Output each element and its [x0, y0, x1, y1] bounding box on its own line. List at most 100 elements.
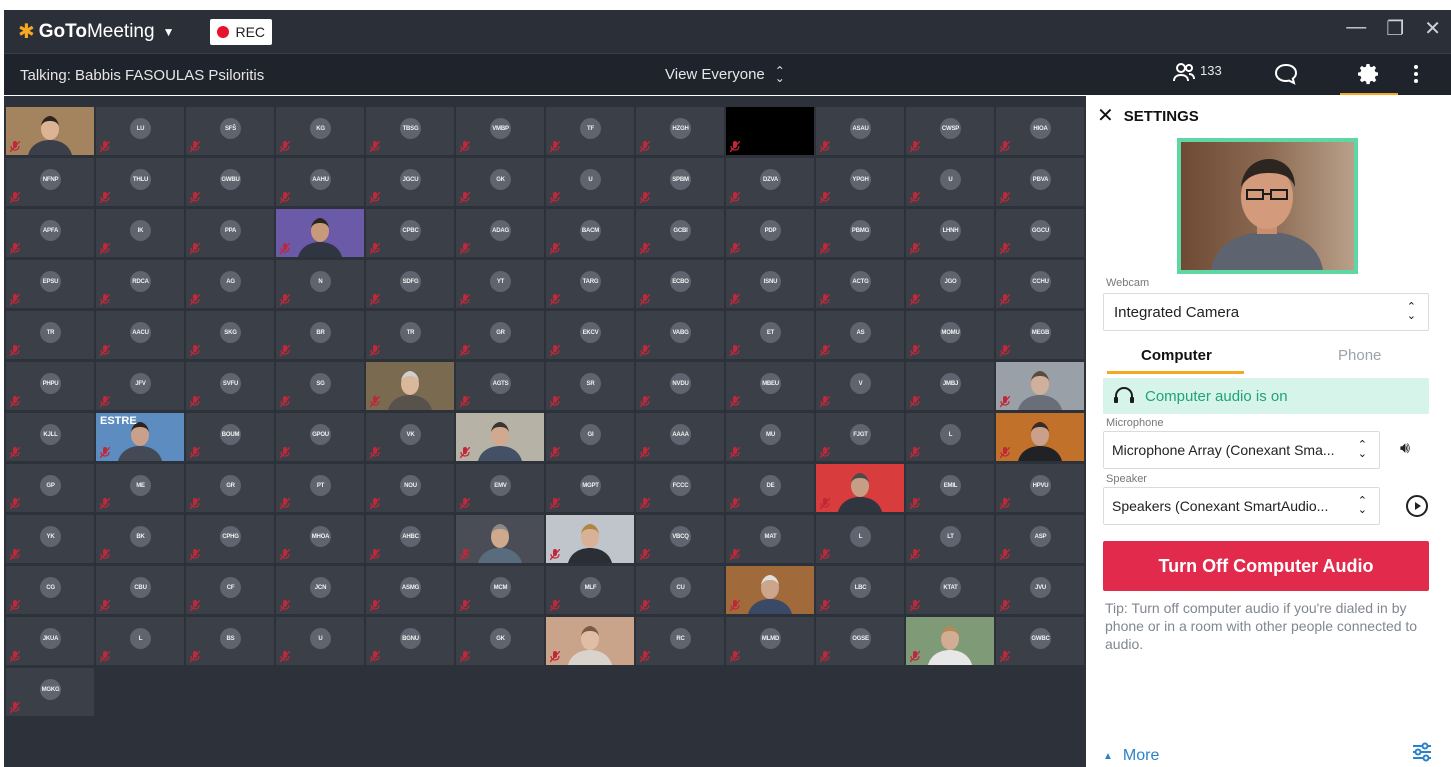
participant-tile[interactable]: NVDU [636, 362, 724, 410]
participant-tile[interactable]: HIOA [996, 107, 1084, 155]
participant-tile-camera-off[interactable] [726, 107, 814, 155]
participant-tile[interactable]: JMBJ [906, 362, 994, 410]
close-icon[interactable]: ✕ [1424, 16, 1441, 41]
participant-video-tile[interactable] [546, 617, 634, 665]
participant-tile[interactable]: PBMG [816, 209, 904, 257]
participant-tile[interactable]: BR [276, 311, 364, 359]
participant-tile[interactable]: BS [186, 617, 274, 665]
participant-tile[interactable]: YK [6, 515, 94, 563]
participant-tile[interactable]: GP [6, 464, 94, 512]
participant-tile[interactable]: TARG [546, 260, 634, 308]
participant-tile[interactable]: BACM [546, 209, 634, 257]
minimize-icon[interactable]: — [1346, 16, 1366, 41]
participant-tile[interactable]: LT [906, 515, 994, 563]
participant-tile[interactable]: V [816, 362, 904, 410]
participant-tile[interactable]: MBEU [726, 362, 814, 410]
participant-video-tile[interactable] [6, 107, 94, 155]
participant-tile[interactable]: DZVA [726, 158, 814, 206]
participant-tile[interactable]: CPHG [186, 515, 274, 563]
participant-tile[interactable]: CF [186, 566, 274, 614]
participant-tile[interactable]: L [96, 617, 184, 665]
participant-tile[interactable]: SDFG [366, 260, 454, 308]
participant-tile[interactable]: CU [636, 566, 724, 614]
participant-tile[interactable]: N [276, 260, 364, 308]
speaker-volume-icon[interactable]: 🔊︎ [1400, 440, 1410, 458]
participant-tile[interactable]: CPBC [366, 209, 454, 257]
participant-tile[interactable]: PPA [186, 209, 274, 257]
more-vertical-icon[interactable] [1414, 65, 1420, 86]
participant-tile[interactable]: PBVA [996, 158, 1084, 206]
participant-tile[interactable]: SG [276, 362, 364, 410]
participant-tile[interactable]: EMIL [906, 464, 994, 512]
participant-tile[interactable]: TBSG [366, 107, 454, 155]
participant-tile[interactable]: JKUA [6, 617, 94, 665]
participant-tile[interactable]: VK [366, 413, 454, 461]
participant-video-tile[interactable]: ESTRE [96, 413, 184, 461]
recording-button[interactable]: REC [210, 18, 273, 45]
participant-tile[interactable]: AHBC [366, 515, 454, 563]
participant-tile[interactable]: FJGT [816, 413, 904, 461]
participant-tile[interactable]: AGTS [456, 362, 544, 410]
participant-tile[interactable]: PT [276, 464, 364, 512]
participant-tile[interactable]: KJLL [6, 413, 94, 461]
participant-tile[interactable]: EKCV [546, 311, 634, 359]
participant-video-tile[interactable] [726, 566, 814, 614]
participant-tile[interactable]: U [546, 158, 634, 206]
chat-icon[interactable] [1274, 63, 1298, 85]
participant-video-tile[interactable] [996, 362, 1084, 410]
participant-tile[interactable]: RDCA [96, 260, 184, 308]
participant-tile[interactable]: ME [96, 464, 184, 512]
participant-tile[interactable]: GI [546, 413, 634, 461]
participant-tile[interactable]: SFŠ [186, 107, 274, 155]
participant-tile[interactable]: AG [186, 260, 274, 308]
participant-tile[interactable]: BGNU [366, 617, 454, 665]
participant-tile[interactable]: LU [96, 107, 184, 155]
participant-tile[interactable]: SVFU [186, 362, 274, 410]
participant-tile[interactable]: HPVU [996, 464, 1084, 512]
participant-tile[interactable]: ADAG [456, 209, 544, 257]
participant-video-tile[interactable] [996, 413, 1084, 461]
participant-video-tile[interactable] [366, 362, 454, 410]
microphone-select[interactable]: Microphone Array (Conexant Sma... ⌃ ⌄ [1103, 431, 1380, 469]
participant-tile[interactable]: SKG [186, 311, 274, 359]
participant-tile[interactable]: AAAA [636, 413, 724, 461]
participant-tile[interactable]: HZGH [636, 107, 724, 155]
participant-tile[interactable]: GK [456, 617, 544, 665]
participant-tile[interactable]: ECBO [636, 260, 724, 308]
participant-tile[interactable]: GPOU [276, 413, 364, 461]
participant-tile[interactable]: GR [186, 464, 274, 512]
participants-button[interactable]: 133 [1172, 62, 1222, 84]
more-button[interactable]: ▲ More [1103, 747, 1159, 765]
participant-tile[interactable]: GK [456, 158, 544, 206]
participant-tile[interactable]: DE [726, 464, 814, 512]
participant-tile[interactable]: EPSU [6, 260, 94, 308]
view-selector[interactable]: View Everyone ⌃ ⌄ [665, 65, 785, 84]
participant-tile[interactable]: MHOA [276, 515, 364, 563]
participant-tile[interactable]: U [276, 617, 364, 665]
participant-tile[interactable]: THLU [96, 158, 184, 206]
participant-tile[interactable]: MGKG [6, 668, 94, 716]
participant-tile[interactable]: VABG [636, 311, 724, 359]
play-test-icon[interactable] [1405, 494, 1429, 518]
participant-tile[interactable]: ASP [996, 515, 1084, 563]
tab-phone[interactable]: Phone [1338, 347, 1381, 364]
participant-tile[interactable]: GR [456, 311, 544, 359]
participant-tile[interactable]: CCHU [996, 260, 1084, 308]
participant-tile[interactable]: JFV [96, 362, 184, 410]
participant-tile[interactable]: YPGH [816, 158, 904, 206]
participant-video-tile[interactable] [816, 464, 904, 512]
participant-tile[interactable]: MEGB [996, 311, 1084, 359]
participant-tile[interactable]: OGSE [816, 617, 904, 665]
participant-tile[interactable]: GCBI [636, 209, 724, 257]
participant-tile[interactable]: JCN [276, 566, 364, 614]
participant-tile[interactable]: BK [96, 515, 184, 563]
participant-tile[interactable]: MGPT [546, 464, 634, 512]
participant-tile[interactable]: ET [726, 311, 814, 359]
participant-video-tile[interactable] [906, 617, 994, 665]
restore-icon[interactable]: ❐ [1386, 16, 1404, 41]
participant-tile[interactable]: TF [546, 107, 634, 155]
participant-tile[interactable]: MLF [546, 566, 634, 614]
participant-video-tile[interactable] [546, 515, 634, 563]
participant-tile[interactable]: U [906, 158, 994, 206]
participant-tile[interactable]: TR [366, 311, 454, 359]
